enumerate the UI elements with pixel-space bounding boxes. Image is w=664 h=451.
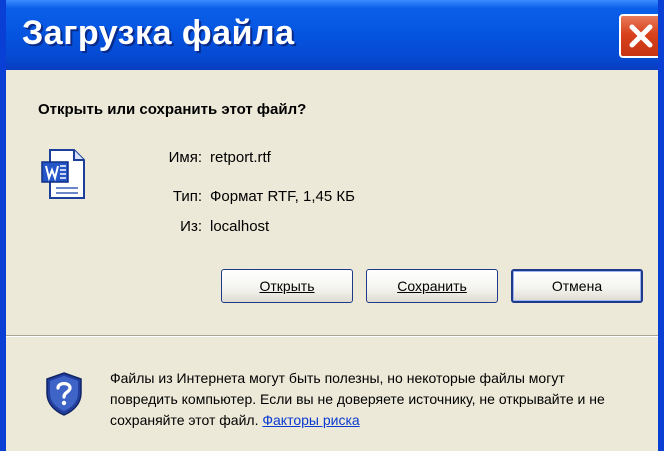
file-type-row: Тип: Формат RTF, 1,45 КБ — [106, 188, 355, 205]
file-type-value: Формат RTF, 1,45 КБ — [210, 188, 355, 205]
word-document-icon — [41, 149, 85, 199]
close-button[interactable] — [619, 14, 658, 58]
open-button-label: Открыть — [259, 278, 315, 294]
close-icon — [629, 24, 653, 48]
file-name-value: retport.rtf — [210, 149, 271, 166]
file-type-label: Тип: — [172, 188, 202, 205]
title-bar[interactable]: Загрузка файла — [6, 0, 658, 70]
file-name-label: Имя: — [168, 149, 202, 166]
divider — [6, 335, 658, 337]
risk-factors-link[interactable]: Факторы риска — [262, 412, 359, 428]
dialog-question: Открыть или сохранить этот файл? — [38, 101, 307, 118]
shield-question-icon — [46, 372, 82, 416]
file-download-dialog: Загрузка файла Открыть или сохранить это… — [0, 0, 664, 451]
file-source-value: localhost — [210, 218, 270, 235]
file-source-row: Из: localhost — [106, 218, 269, 235]
file-name-row: Имя: retport.rtf — [106, 149, 271, 166]
open-button[interactable]: Открыть — [221, 269, 353, 303]
cancel-button-label: Отмена — [551, 278, 603, 294]
security-warning: Файлы из Интернета могут быть полезны, н… — [110, 368, 635, 431]
save-button-label: Сохранить — [397, 278, 467, 294]
window-title: Загрузка файла — [22, 14, 295, 52]
file-source-label: Из: — [180, 218, 202, 235]
cancel-button[interactable]: Отмена — [511, 269, 643, 303]
save-button[interactable]: Сохранить — [366, 269, 498, 303]
